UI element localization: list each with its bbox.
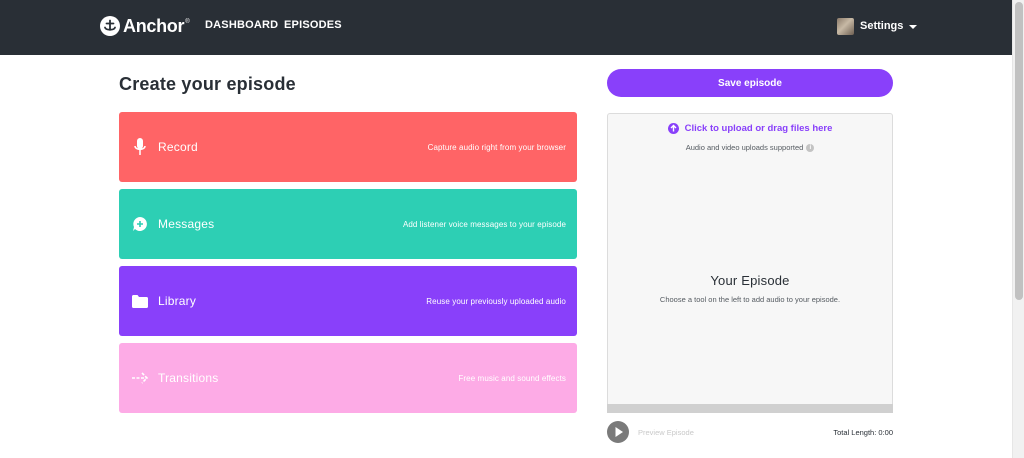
info-icon[interactable]: i xyxy=(806,143,815,152)
settings-label: Settings xyxy=(860,20,904,32)
logo-registered-mark: ® xyxy=(185,19,190,25)
scrollbar-thumb[interactable] xyxy=(1015,2,1023,300)
logo-text: Anchor xyxy=(123,15,185,36)
top-navigation-bar: Anchor ® DASHBOARD EPISODES Settings xyxy=(0,0,1012,55)
avatar xyxy=(837,17,854,35)
episode-panel[interactable]: Click to upload or drag files here Audio… xyxy=(607,113,893,413)
message-add-icon xyxy=(129,213,151,235)
tool-library-description: Reuse your previously uploaded audio xyxy=(426,296,566,306)
upload-icon xyxy=(667,123,679,134)
tool-transitions-description: Free music and sound effects xyxy=(458,373,566,383)
play-button[interactable] xyxy=(607,421,629,443)
episode-player: Preview Episode Total Length: 0:00 xyxy=(607,421,893,443)
tool-messages-name: Messages xyxy=(158,217,215,231)
anchor-logo-icon xyxy=(100,16,120,36)
upload-support-text: Audio and video uploads supported xyxy=(685,143,804,152)
nav-episodes[interactable]: EPISODES xyxy=(284,19,342,31)
preview-episode-label: Preview Episode xyxy=(638,427,694,437)
save-episode-button[interactable]: Save episode xyxy=(607,69,893,97)
settings-menu[interactable]: Settings xyxy=(837,17,918,35)
nav-dashboard[interactable]: DASHBOARD xyxy=(205,19,278,31)
microphone-icon xyxy=(129,136,151,158)
page-title: Create your episode xyxy=(119,74,296,94)
tool-transitions-name: Transitions xyxy=(158,371,219,385)
tool-messages[interactable]: Messages Add listener voice messages to … xyxy=(119,189,577,259)
tool-record[interactable]: Record Capture audio right from your bro… xyxy=(119,112,577,182)
tool-messages-description: Add listener voice messages to your epis… xyxy=(402,219,566,229)
upload-support-note: Audio and video uploads supported i xyxy=(608,143,892,152)
episode-title: Your Episode xyxy=(710,273,790,288)
arrow-right-icon xyxy=(129,367,151,389)
upload-link[interactable]: Click to upload or drag files here xyxy=(685,123,833,134)
episode-hint: Choose a tool on the left to add audio t… xyxy=(659,295,841,304)
tool-transitions[interactable]: Transitions Free music and sound effects xyxy=(119,343,577,413)
tool-record-description: Capture audio right from your browser xyxy=(427,142,566,152)
upload-dropzone[interactable]: Click to upload or drag files here xyxy=(608,123,892,134)
anchor-logo[interactable]: Anchor ® xyxy=(100,14,190,38)
page-scrollbar[interactable] xyxy=(1012,0,1024,458)
caret-down-icon xyxy=(909,25,918,29)
tool-record-name: Record xyxy=(158,140,198,154)
episode-timeline[interactable] xyxy=(607,404,893,413)
tool-library[interactable]: Library Reuse your previously uploaded a… xyxy=(119,266,577,336)
folder-icon xyxy=(129,290,151,312)
play-icon xyxy=(615,427,623,437)
total-length: Total Length: 0:00 xyxy=(833,427,893,437)
tool-library-name: Library xyxy=(158,294,197,308)
